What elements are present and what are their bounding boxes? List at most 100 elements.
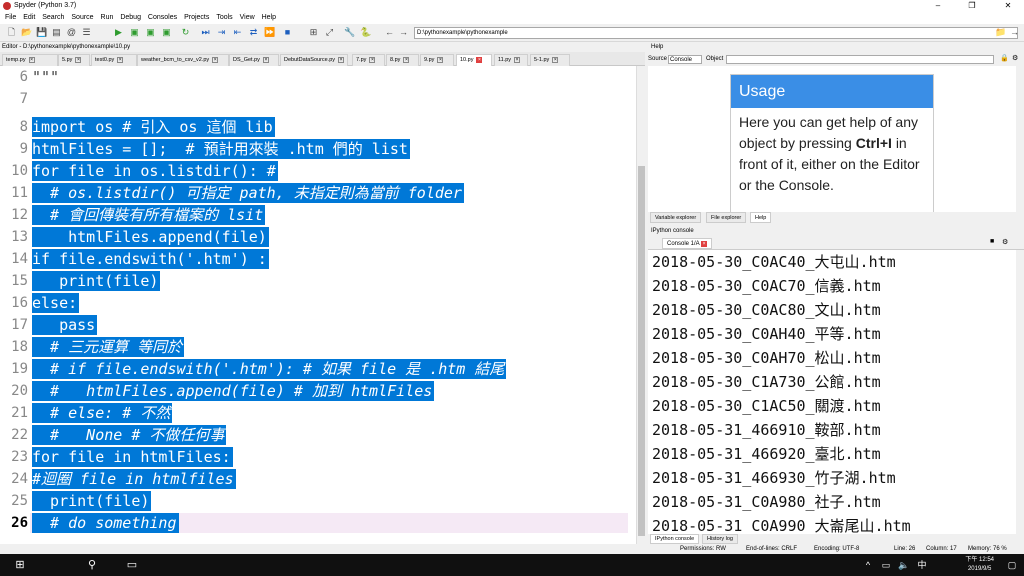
- tab-variable-explorer[interactable]: Variable explorer: [650, 212, 702, 223]
- close-tab-icon[interactable]: ×: [437, 56, 444, 63]
- step-return-icon[interactable]: ⇄: [248, 27, 259, 38]
- run-selection-icon[interactable]: ▣: [161, 27, 172, 38]
- rerun-icon[interactable]: ↻: [180, 27, 191, 38]
- network-icon[interactable]: ▭: [878, 557, 894, 573]
- preferences-icon[interactable]: ☰: [81, 27, 92, 38]
- restore-icon[interactable]: ❐: [958, 0, 986, 12]
- menu-projects[interactable]: Projects: [184, 12, 209, 24]
- close-tab-icon[interactable]: ×: [262, 56, 269, 63]
- step-into-icon[interactable]: ⇤: [232, 27, 243, 38]
- code-line[interactable]: """: [32, 67, 61, 87]
- code-line[interactable]: # else: # 不然: [32, 403, 173, 423]
- search-icon[interactable]: ⚲: [84, 557, 100, 573]
- lock-icon[interactable]: 🔒: [1000, 52, 1009, 66]
- menu-consoles[interactable]: Consoles: [148, 12, 177, 24]
- help-scrollbar[interactable]: [1016, 66, 1024, 212]
- console-tab[interactable]: Console 1/A ×: [662, 238, 713, 249]
- code-line[interactable]: # htmlFiles.append(file) # 加到 htmlFiles: [32, 381, 435, 401]
- code-line[interactable]: for file in htmlFiles:: [32, 447, 233, 467]
- code-line[interactable]: print(file): [32, 271, 161, 291]
- menu-edit[interactable]: Edit: [23, 12, 35, 24]
- parent-dir-icon[interactable]: →: [1009, 27, 1020, 38]
- editor-tab-active[interactable]: 10.py ×: [456, 54, 492, 66]
- close-tab-icon[interactable]: ×: [212, 56, 219, 63]
- tab-ipython-console[interactable]: IPython console: [650, 534, 700, 544]
- menu-file[interactable]: File: [5, 12, 16, 24]
- stop-console-icon[interactable]: ■: [990, 238, 994, 245]
- maximize-pane-icon[interactable]: ⊞: [308, 27, 319, 38]
- code-line[interactable]: htmlFiles.append(file): [32, 227, 269, 247]
- open-file-icon[interactable]: 📂: [21, 27, 32, 38]
- editor-tab[interactable]: 5-1.py ×: [530, 54, 570, 66]
- editor-tab[interactable]: 9.py ×: [420, 54, 454, 66]
- forward-arrow-icon[interactable]: →: [398, 27, 409, 38]
- code-line[interactable]: # os.listdir() 可指定 path, 未指定則為當前 folder: [32, 183, 464, 203]
- code-line[interactable]: #迴圈 file in htmlfiles: [32, 469, 236, 489]
- attach-icon[interactable]: @: [66, 27, 77, 38]
- python-path-icon[interactable]: 🐍: [360, 27, 371, 38]
- close-tab-icon[interactable]: ×: [117, 56, 124, 63]
- editor-tab[interactable]: 11.py ×: [494, 54, 528, 66]
- code-line[interactable]: print(file): [32, 491, 152, 511]
- object-input[interactable]: [726, 55, 994, 64]
- step-icon[interactable]: ⇥: [216, 27, 227, 38]
- editor-tab[interactable]: DebutDataSource.py ×: [280, 54, 348, 66]
- task-view-icon[interactable]: ▭: [124, 557, 140, 573]
- close-tab-icon[interactable]: ×: [514, 56, 521, 63]
- menu-search[interactable]: Search: [42, 12, 64, 24]
- close-tab-icon[interactable]: ×: [552, 56, 559, 63]
- close-console-icon[interactable]: ×: [701, 241, 708, 247]
- tools-icon[interactable]: 🔧: [344, 27, 355, 38]
- editor-scrollbar[interactable]: [636, 66, 645, 544]
- code-line[interactable]: # None # 不做任何事: [32, 425, 227, 445]
- close-tab-icon[interactable]: ×: [75, 56, 82, 63]
- run-cell-icon[interactable]: ▣: [129, 27, 140, 38]
- close-tab-icon[interactable]: ×: [338, 56, 345, 63]
- notification-icon[interactable]: ▢: [1004, 557, 1020, 573]
- menu-run[interactable]: Run: [101, 12, 114, 24]
- editor-tab[interactable]: temp.py ×: [2, 54, 58, 66]
- code-line[interactable]: pass: [32, 315, 98, 335]
- code-line[interactable]: # if file.endswith('.htm'): # 如果 file 是 …: [32, 359, 507, 379]
- code-line[interactable]: # 會回傳裝有所有檔案的 lsit: [32, 205, 266, 225]
- close-tab-icon[interactable]: ×: [28, 56, 35, 63]
- editor-scrollbar-thumb[interactable]: [638, 166, 645, 536]
- fullscreen-icon[interactable]: ⤢: [324, 27, 335, 38]
- tab-history-log[interactable]: History log: [702, 534, 738, 544]
- browse-folder-icon[interactable]: 📁: [995, 27, 1006, 38]
- source-dropdown[interactable]: Console: [668, 55, 702, 64]
- run-cell-advance-icon[interactable]: ▣: [145, 27, 156, 38]
- code-line[interactable]: else:: [32, 293, 80, 313]
- editor-tab[interactable]: 5.py ×: [58, 54, 90, 66]
- close-tab-icon[interactable]: ×: [369, 56, 376, 63]
- working-directory-input[interactable]: D:\pythonexample\pythonexample: [414, 27, 1018, 39]
- editor-tab[interactable]: weather_bcm_to_csv_v2.py ×: [137, 54, 229, 66]
- close-tab-icon[interactable]: ×: [476, 56, 483, 63]
- editor-tab[interactable]: DS_Get.py ×: [229, 54, 279, 66]
- editor-tab[interactable]: test0.py ×: [91, 54, 137, 66]
- console-options-icon[interactable]: ⚙: [1002, 238, 1008, 246]
- close-icon[interactable]: ✕: [994, 0, 1022, 12]
- code-line[interactable]: if file.endswith('.htm') :: [32, 249, 269, 269]
- console-scrollbar[interactable]: [1016, 250, 1024, 534]
- new-file-icon[interactable]: 🗋: [6, 27, 17, 38]
- windows-start-icon[interactable]: ⊞: [12, 557, 28, 573]
- menu-view[interactable]: View: [240, 12, 255, 24]
- menu-help[interactable]: Help: [262, 12, 276, 24]
- menu-debug[interactable]: Debug: [120, 12, 141, 24]
- tab-file-explorer[interactable]: File explorer: [706, 212, 747, 223]
- debug-icon[interactable]: ⏭: [200, 27, 211, 38]
- ime-icon[interactable]: 中: [914, 557, 930, 573]
- code-line[interactable]: for file in os.listdir(): #: [32, 161, 278, 181]
- code-line[interactable]: # 三元運算 等同於: [32, 337, 185, 357]
- code-line[interactable]: htmlFiles = []; # 預計用來裝 .htm 們的 list: [32, 139, 410, 159]
- continue-icon[interactable]: ⏩: [264, 27, 275, 38]
- menu-tools[interactable]: Tools: [216, 12, 232, 24]
- back-arrow-icon[interactable]: ←: [384, 27, 395, 38]
- editor-tab[interactable]: 8.py ×: [386, 54, 419, 66]
- show-hidden-icons-icon[interactable]: ^: [860, 557, 876, 573]
- close-tab-icon[interactable]: ×: [403, 56, 410, 63]
- code-line[interactable]: import os # 引入 os 這個 lib: [32, 117, 275, 137]
- save-all-icon[interactable]: ▤: [51, 27, 62, 38]
- tab-help[interactable]: Help: [750, 212, 772, 223]
